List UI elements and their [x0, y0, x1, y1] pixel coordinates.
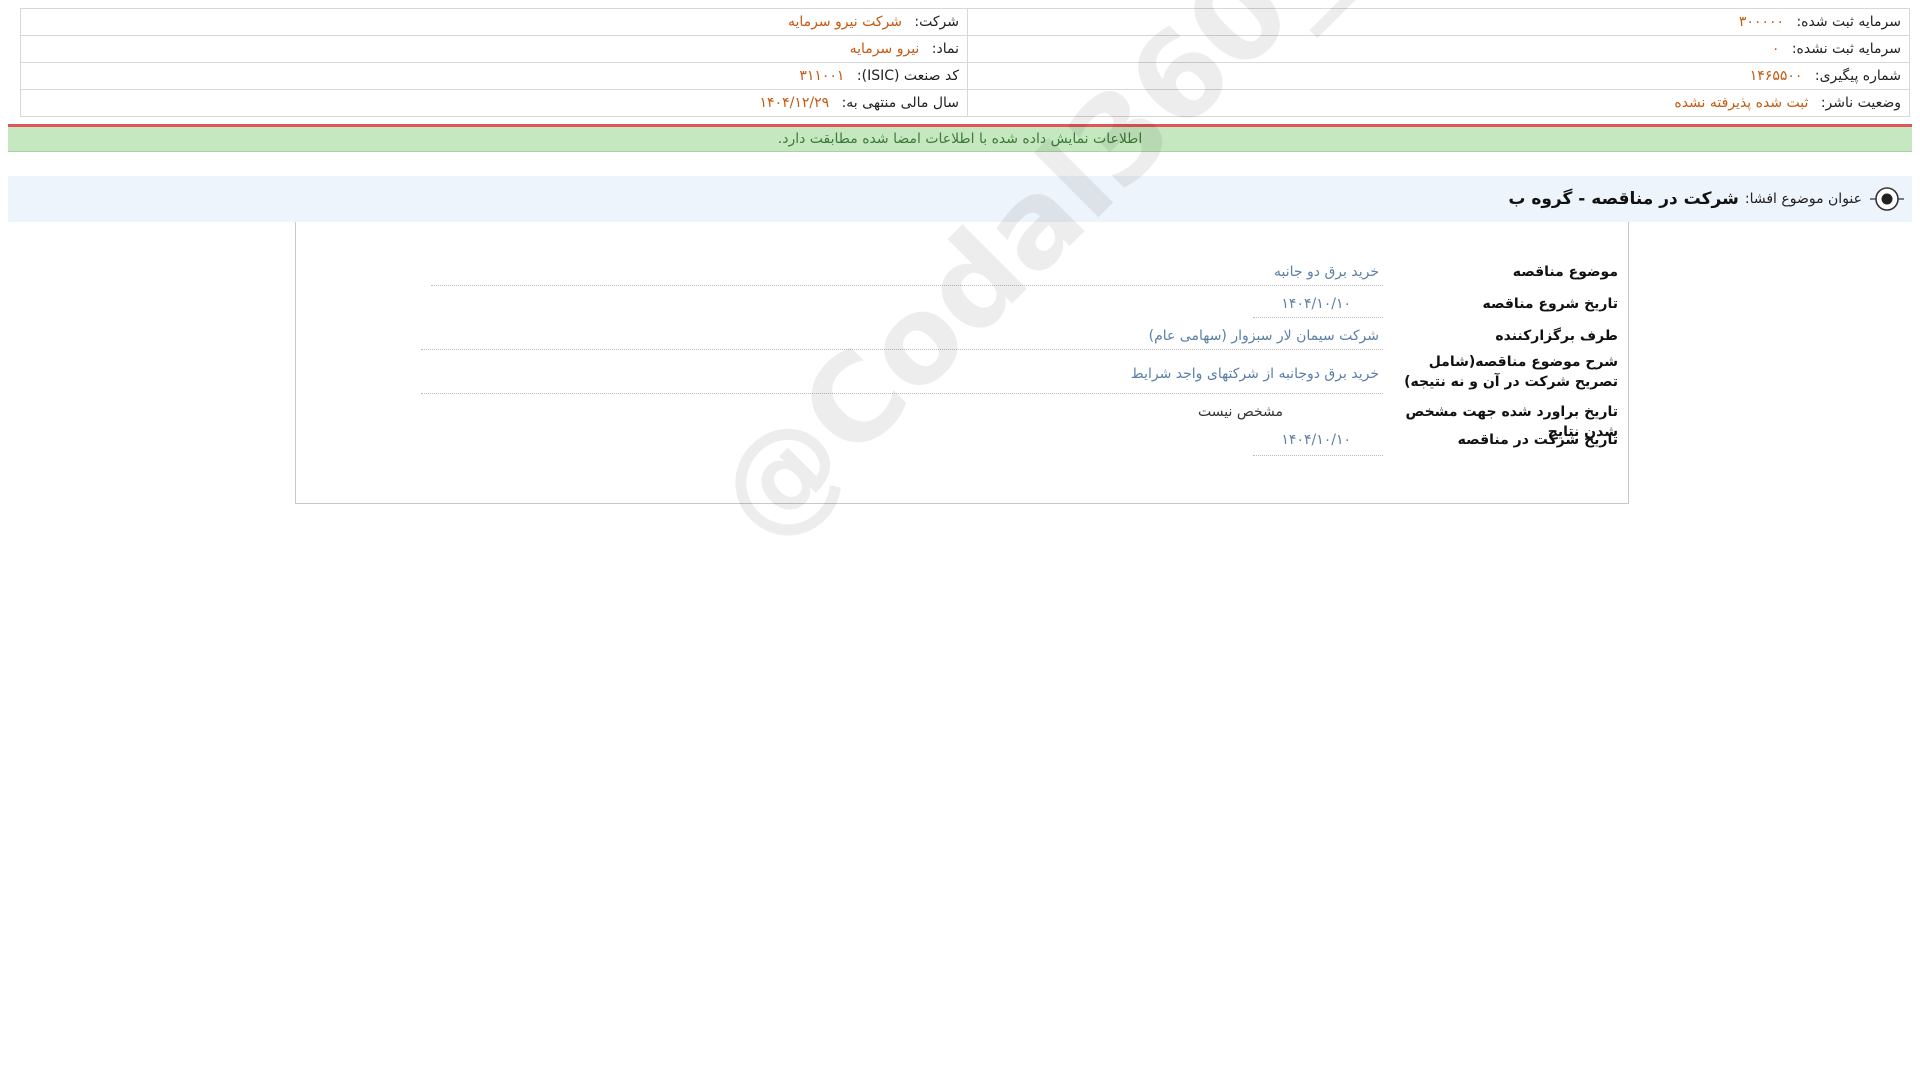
- target-icon: [1870, 187, 1904, 211]
- detail-row: طرف برگزارکننده شرکت سیمان لار سبزوار (س…: [421, 326, 1628, 350]
- info-row: نماد: نیرو سرمایه سرمایه ثبت نشده: ۰: [20, 35, 1910, 63]
- detail-row: تاریخ شرکت در مناقصه ۱۴۰۴/۱۰/۱۰: [1253, 430, 1628, 456]
- publisher-status-label: وضعیت ناشر:: [1820, 95, 1901, 111]
- isic-cell: کد صنعت (ISIC): ۳۱۱۰۰۱: [20, 62, 968, 90]
- detail-value: ۱۴۰۴/۱۰/۱۰: [1253, 430, 1383, 456]
- detail-value: خرید برق دوجانبه از شرکتهای واجد شرایط: [421, 352, 1383, 394]
- publisher-status-value: ثبت شده پذیرفته نشده: [1674, 95, 1809, 111]
- isic-value: ۳۱۱۰۰۱: [799, 68, 845, 84]
- registered-capital-value: ۳۰۰۰۰۰: [1738, 14, 1785, 30]
- info-row: شرکت: شرکت نیرو سرمایه سرمایه ثبت شده: ۳…: [20, 8, 1910, 36]
- company-value: شرکت نیرو سرمایه: [787, 14, 902, 30]
- detail-value: شرکت سیمان لار سبزوار (سهامی عام): [421, 326, 1383, 350]
- disclosure-subject-bar: عنوان موضوع افشا: شرکت در مناقصه - گروه …: [8, 176, 1912, 222]
- company-cell: شرکت: شرکت نیرو سرمایه: [20, 8, 968, 36]
- tracking-value: ۱۴۶۵۵۰۰: [1749, 68, 1803, 84]
- subject-label: عنوان موضوع افشا:: [1744, 191, 1862, 207]
- info-row: کد صنعت (ISIC): ۳۱۱۰۰۱ شماره پیگیری: ۱۴۶…: [20, 62, 1910, 90]
- fiscal-value: ۱۴۰۴/۱۲/۲۹: [759, 95, 830, 111]
- signature-match-notice: اطلاعات نمایش داده شده با اطلاعات امضا ش…: [8, 124, 1912, 152]
- publisher-status-cell: وضعیت ناشر: ثبت شده پذیرفته نشده: [967, 89, 1910, 117]
- unregistered-capital-value: ۰: [1771, 41, 1780, 57]
- detail-row: تاریخ شروع مناقصه ۱۴۰۴/۱۰/۱۰: [1253, 294, 1628, 318]
- detail-row: موضوع مناقصه خرید برق دو جانبه: [431, 262, 1628, 286]
- tender-details-panel: موضوع مناقصه خرید برق دو جانبه تاریخ شرو…: [295, 222, 1629, 504]
- registered-capital-cell: سرمایه ثبت شده: ۳۰۰۰۰۰: [967, 8, 1910, 36]
- detail-label: تاریخ شرکت در مناقصه: [1457, 432, 1618, 448]
- detail-label: تاریخ شروع مناقصه: [1482, 296, 1618, 312]
- registered-capital-label: سرمایه ثبت شده:: [1796, 14, 1901, 30]
- detail-label: طرف برگزارکننده: [1495, 328, 1618, 344]
- company-label: شرکت:: [914, 14, 959, 30]
- detail-label: شرح موضوع مناقصه(شامل تصریح شرکت در آن و…: [1404, 354, 1618, 390]
- unregistered-capital-cell: سرمایه ثبت نشده: ۰: [967, 35, 1910, 63]
- info-row: سال مالی منتهی به: ۱۴۰۴/۱۲/۲۹ وضعیت ناشر…: [20, 89, 1910, 117]
- symbol-value: نیرو سرمایه: [849, 41, 920, 57]
- company-info-table: شرکت: شرکت نیرو سرمایه سرمایه ثبت شده: ۳…: [20, 8, 1910, 117]
- fiscal-label: سال مالی منتهی به:: [841, 95, 959, 111]
- detail-row: شرح موضوع مناقصه(شامل تصریح شرکت در آن و…: [421, 352, 1628, 394]
- detail-value: مشخص نیست: [1198, 404, 1283, 420]
- fiscal-cell: سال مالی منتهی به: ۱۴۰۴/۱۲/۲۹: [20, 89, 968, 117]
- detail-value: خرید برق دو جانبه: [431, 262, 1383, 286]
- symbol-label: نماد:: [931, 41, 959, 57]
- detail-value: ۱۴۰۴/۱۰/۱۰: [1253, 294, 1383, 318]
- subject-title: شرکت در مناقصه - گروه ب: [1508, 189, 1739, 209]
- tracking-cell: شماره پیگیری: ۱۴۶۵۵۰۰: [967, 62, 1910, 90]
- symbol-cell: نماد: نیرو سرمایه: [20, 35, 968, 63]
- detail-label: موضوع مناقصه: [1512, 264, 1618, 280]
- tracking-label: شماره پیگیری:: [1814, 68, 1901, 84]
- isic-label: کد صنعت (ISIC):: [856, 68, 959, 84]
- unregistered-capital-label: سرمایه ثبت نشده:: [1791, 41, 1901, 57]
